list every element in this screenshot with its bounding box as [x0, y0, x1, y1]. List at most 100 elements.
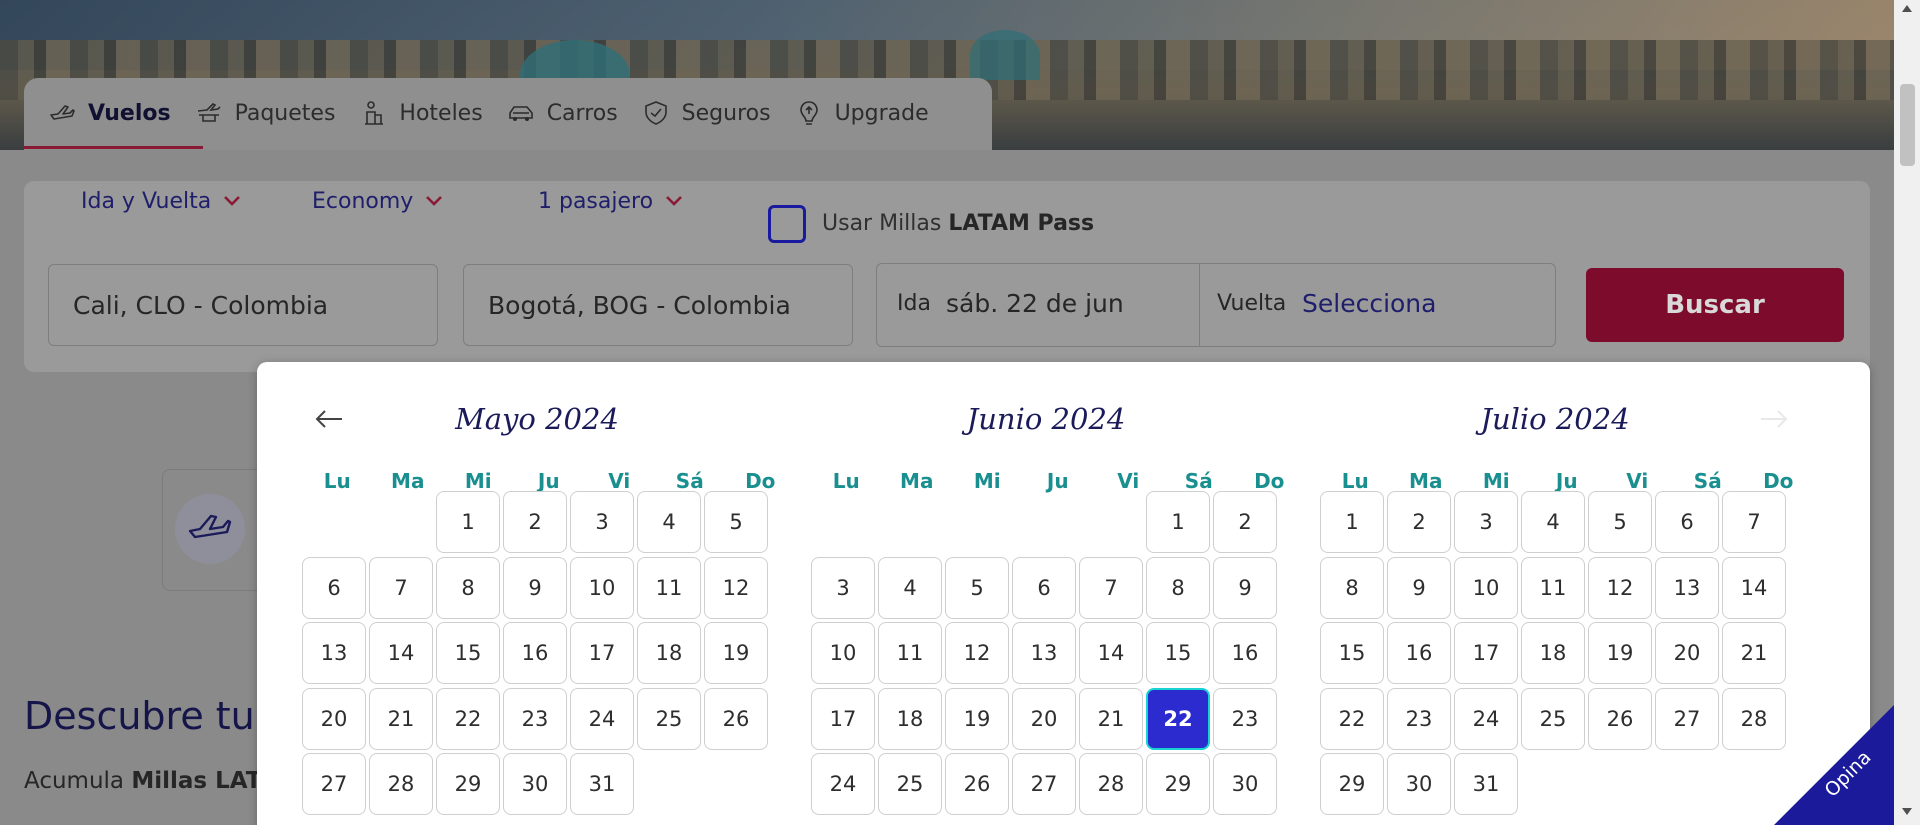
day-cell[interactable]: 30 — [1213, 753, 1277, 815]
day-cell[interactable]: 6 — [302, 556, 366, 619]
cabin-dropdown[interactable]: Economy — [312, 181, 443, 221]
day-cell[interactable]: 3 — [811, 556, 875, 619]
vuelta-date[interactable]: Selecciona — [1302, 289, 1436, 318]
tab-upgrade[interactable]: Upgrade — [795, 78, 939, 148]
day-cell[interactable]: 22 — [1320, 687, 1384, 750]
day-cell[interactable]: 6 — [1655, 491, 1719, 553]
tab-vuelos[interactable]: Vuelos — [24, 78, 203, 149]
day-cell[interactable]: 18 — [878, 687, 942, 750]
day-cell[interactable]: 24 — [1454, 687, 1518, 750]
day-cell[interactable]: 11 — [1521, 556, 1585, 619]
day-cell[interactable]: 8 — [436, 556, 500, 619]
day-cell[interactable]: 9 — [1387, 556, 1451, 619]
day-cell[interactable]: 5 — [945, 556, 1009, 619]
day-cell[interactable]: 28 — [369, 753, 433, 815]
day-cell[interactable]: 12 — [945, 622, 1009, 684]
tab-hoteles[interactable]: Hoteles — [359, 78, 492, 148]
day-cell[interactable]: 30 — [1387, 753, 1451, 815]
day-cell[interactable]: 21 — [1079, 687, 1143, 750]
day-cell[interactable]: 2 — [503, 491, 567, 553]
day-cell-selected[interactable]: 22 — [1146, 687, 1210, 750]
day-cell[interactable]: 5 — [1588, 491, 1652, 553]
day-cell[interactable]: 26 — [704, 687, 768, 750]
day-cell[interactable]: 18 — [1521, 622, 1585, 684]
day-cell[interactable]: 17 — [1454, 622, 1518, 684]
millas-checkbox[interactable] — [768, 205, 806, 243]
trip-type-dropdown[interactable]: Ida y Vuelta — [81, 181, 241, 221]
day-cell[interactable]: 31 — [1454, 753, 1518, 815]
day-cell[interactable]: 9 — [1213, 556, 1277, 619]
day-cell[interactable]: 15 — [436, 622, 500, 684]
day-cell[interactable]: 6 — [1012, 556, 1076, 619]
day-cell[interactable]: 7 — [1079, 556, 1143, 619]
day-cell[interactable]: 11 — [637, 556, 701, 619]
day-cell[interactable]: 19 — [945, 687, 1009, 750]
day-cell[interactable]: 14 — [369, 622, 433, 684]
tab-carros[interactable]: Carros — [507, 78, 628, 148]
day-cell[interactable]: 17 — [570, 622, 634, 684]
day-cell[interactable]: 27 — [1012, 753, 1076, 815]
day-cell[interactable]: 7 — [369, 556, 433, 619]
tab-seguros[interactable]: Seguros — [642, 78, 781, 148]
day-cell[interactable]: 4 — [1521, 491, 1585, 553]
day-cell[interactable]: 27 — [302, 753, 366, 815]
day-cell[interactable]: 12 — [704, 556, 768, 619]
day-cell[interactable]: 23 — [503, 687, 567, 750]
day-cell[interactable]: 8 — [1320, 556, 1384, 619]
day-cell[interactable]: 21 — [369, 687, 433, 750]
day-cell[interactable]: 22 — [436, 687, 500, 750]
day-cell[interactable]: 16 — [1213, 622, 1277, 684]
day-cell[interactable]: 3 — [570, 491, 634, 553]
day-cell[interactable]: 7 — [1722, 491, 1786, 553]
day-cell[interactable]: 29 — [1146, 753, 1210, 815]
day-cell[interactable]: 14 — [1722, 556, 1786, 619]
day-cell[interactable]: 28 — [1722, 687, 1786, 750]
day-cell[interactable]: 13 — [1012, 622, 1076, 684]
day-cell[interactable]: 4 — [878, 556, 942, 619]
day-cell[interactable]: 20 — [1655, 622, 1719, 684]
day-cell[interactable]: 5 — [704, 491, 768, 553]
day-cell[interactable]: 29 — [436, 753, 500, 815]
day-cell[interactable]: 20 — [302, 687, 366, 750]
scroll-up-icon[interactable] — [1902, 5, 1912, 12]
day-cell[interactable]: 1 — [1146, 491, 1210, 553]
day-cell[interactable]: 13 — [302, 622, 366, 684]
day-cell[interactable]: 24 — [811, 753, 875, 815]
passengers-dropdown[interactable]: 1 pasajero — [538, 181, 683, 221]
day-cell[interactable]: 3 — [1454, 491, 1518, 553]
day-cell[interactable]: 27 — [1655, 687, 1719, 750]
day-cell[interactable]: 10 — [570, 556, 634, 619]
day-cell[interactable]: 23 — [1213, 687, 1277, 750]
tab-paquetes[interactable]: Paquetes — [195, 78, 346, 148]
day-cell[interactable]: 8 — [1146, 556, 1210, 619]
day-cell[interactable]: 4 — [637, 491, 701, 553]
day-cell[interactable]: 10 — [1454, 556, 1518, 619]
day-cell[interactable]: 2 — [1213, 491, 1277, 553]
day-cell[interactable]: 1 — [1320, 491, 1384, 553]
day-cell[interactable]: 21 — [1722, 622, 1786, 684]
day-cell[interactable]: 15 — [1320, 622, 1384, 684]
day-cell[interactable]: 26 — [1588, 687, 1652, 750]
day-cell[interactable]: 10 — [811, 622, 875, 684]
day-cell[interactable]: 14 — [1079, 622, 1143, 684]
day-cell[interactable]: 19 — [704, 622, 768, 684]
day-cell[interactable]: 23 — [1387, 687, 1451, 750]
day-cell[interactable]: 13 — [1655, 556, 1719, 619]
destination-input[interactable]: Bogotá, BOG - Colombia — [463, 264, 853, 346]
day-cell[interactable]: 26 — [945, 753, 1009, 815]
day-cell[interactable]: 16 — [1387, 622, 1451, 684]
day-cell[interactable]: 17 — [811, 687, 875, 750]
origin-input[interactable]: Cali, CLO - Colombia — [48, 264, 438, 346]
day-cell[interactable]: 25 — [878, 753, 942, 815]
day-cell[interactable]: 31 — [570, 753, 634, 815]
day-cell[interactable]: 1 — [436, 491, 500, 553]
ida-date[interactable]: sáb. 22 de jun — [946, 289, 1124, 318]
day-cell[interactable]: 28 — [1079, 753, 1143, 815]
day-cell[interactable]: 20 — [1012, 687, 1076, 750]
day-cell[interactable]: 18 — [637, 622, 701, 684]
day-cell[interactable]: 19 — [1588, 622, 1652, 684]
day-cell[interactable]: 2 — [1387, 491, 1451, 553]
day-cell[interactable]: 24 — [570, 687, 634, 750]
day-cell[interactable]: 9 — [503, 556, 567, 619]
day-cell[interactable]: 11 — [878, 622, 942, 684]
